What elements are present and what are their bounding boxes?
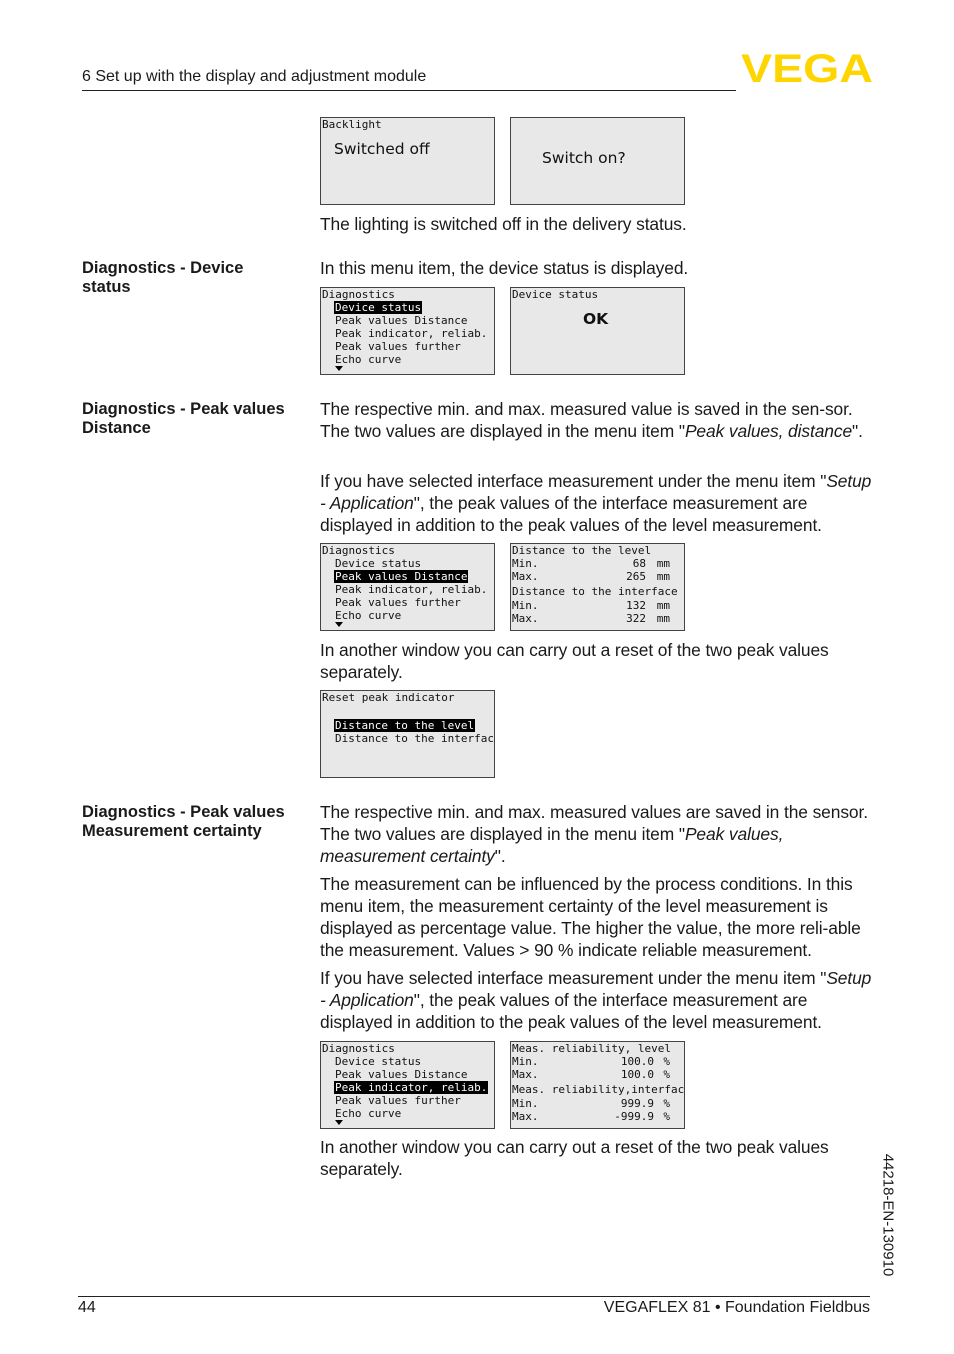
lcd-title: Device status [512,288,599,301]
page-number: 44 [78,1299,96,1316]
value-row: Max. 322 mm [512,612,670,625]
value-row: Min. 132 mm [512,599,670,612]
logo-text: VEGA [741,50,873,84]
label-peak-distance: Diagnostics - Peak values Distance [82,400,285,437]
peak-certainty-p3: If you have selected interface measureme… [320,968,872,1032]
lcd-title: Diagnostics [322,544,395,557]
menu-item[interactable]: Echo curve [334,609,402,622]
value-row: Max. 265 mm [512,570,670,583]
peak-distance-p1: The respective min. and max. measured va… [320,399,863,441]
lcd-title: Diagnostics [322,288,395,301]
value-row: Max. 100.0% [512,1068,670,1081]
menu-item[interactable]: Device status [334,557,422,570]
backlight-caption: The lighting is switched off in the deli… [320,214,687,234]
lcd-switch-on: Switch on? [510,117,685,205]
lcd-title: Diagnostics [322,1042,395,1055]
lcd-prompt: Switch on? [542,149,626,167]
footer-rule [78,1296,870,1297]
document-title: VEGAFLEX 81 • Foundation Fieldbus [603,1299,870,1316]
reset-option[interactable]: Distance to the level [334,719,476,732]
peak-certainty-p1: The respective min. and max. measured va… [320,802,868,866]
value-row: Min. 100.0% [512,1055,670,1068]
value-row: Min. 68 mm [512,557,670,570]
menu-item[interactable]: Peak indicator, reliab. [334,1081,489,1094]
scroll-down-arrow-icon [335,1120,343,1125]
menu-item[interactable]: Echo curve [334,1107,402,1120]
menu-item[interactable]: Peak values Distance [334,314,468,327]
group-title: Meas. reliability, level [512,1042,671,1055]
label-peak-certainty: Diagnostics - Peak values Measurement ce… [82,803,285,840]
reset-option[interactable]: Distance to the interface [334,732,494,745]
lcd-diagnostics-menu-1: Diagnostics Device status Peak values Di… [320,287,495,375]
menu-item[interactable]: Peak indicator, reliab. [334,583,488,596]
lcd-peak-distance-values: Distance to the level Min. 68 mm Max. 265 mm… [510,543,685,631]
lcd-device-status: Device status OK [510,287,685,375]
group-title: Distance to the interface [512,585,678,598]
scroll-down-arrow-icon [335,366,343,371]
menu-item[interactable]: Peak values further [334,596,462,609]
section-header: 6 Set up with the display and adjustment… [82,68,427,85]
group-title: Distance to the level [512,544,652,557]
menu-item[interactable]: Peak values further [334,340,462,353]
document-code: 44218-EN-130910 [879,1153,897,1277]
lcd-peak-certainty-values: Meas. reliability, level Min. 100.0% Max.… [510,1041,685,1129]
peak-distance-p2: If you have selected interface measureme… [320,471,872,535]
header-rule [82,90,736,91]
vega-logo: VEGA [741,50,873,84]
value-row: Min. 999.9% [512,1097,670,1110]
peak-distance-reset-text: In another window you can carry out a re… [320,640,829,682]
lcd-title: Reset peak indicator [322,691,455,704]
peak-certainty-p2: The measurement can be influenced by the… [320,874,861,960]
label-device-status: Diagnostics - Device status [82,259,244,296]
lcd-value: Switched off [334,140,430,158]
peak-certainty-reset-text: In another window you can carry out a re… [320,1137,829,1179]
lcd-title: Backlight [322,118,382,131]
lcd-reset-peak: Reset peak indicator Distance to the lev… [320,690,495,778]
menu-item[interactable]: Echo curve [334,353,402,366]
scroll-down-arrow-icon [335,622,343,627]
menu-item[interactable]: Peak values Distance [334,1068,468,1081]
lcd-diagnostics-menu-3: Diagnostics Device status Peak values Di… [320,1041,495,1129]
menu-item[interactable]: Peak indicator, reliab. [334,327,488,340]
device-status-text: In this menu item, the device status is … [320,258,689,278]
menu-item[interactable]: Device status [334,1055,422,1068]
menu-item[interactable]: Peak values Distance [334,570,469,583]
menu-item[interactable]: Device status [334,301,423,314]
lcd-backlight: Backlight Switched off [320,117,495,205]
menu-item[interactable]: Peak values further [334,1094,462,1107]
lcd-diagnostics-menu-2: Diagnostics Device status Peak values Di… [320,543,495,631]
group-title: Meas. reliability,interface [512,1083,685,1096]
value-row: Max. -999.9% [512,1110,670,1123]
status-value: OK [583,310,609,328]
